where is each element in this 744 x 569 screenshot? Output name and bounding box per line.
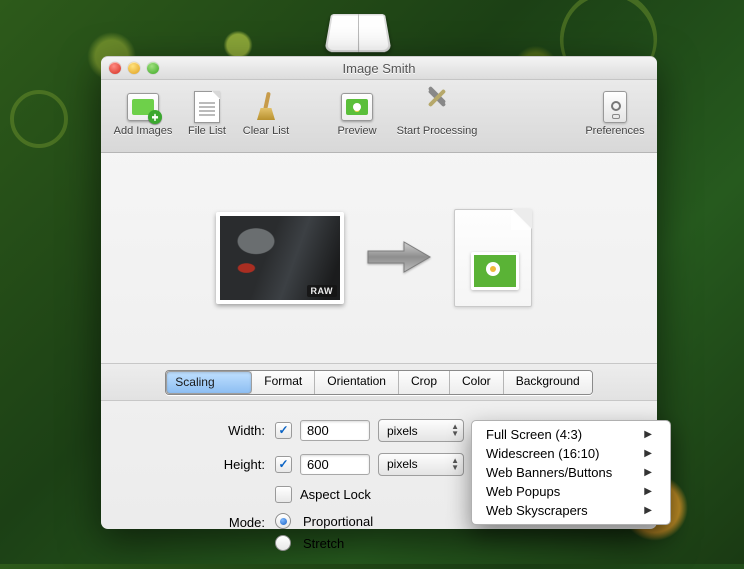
preview-icon (341, 93, 373, 121)
output-image-icon (471, 252, 519, 290)
height-label: Height: (125, 457, 275, 472)
tab-color[interactable]: Color (450, 371, 504, 394)
presets-menu-item[interactable]: Widescreen (16:10) ▶ (472, 444, 670, 463)
width-unit-select[interactable]: pixels ▲▼ (378, 419, 464, 442)
mode-stretch-radio[interactable] (275, 535, 291, 551)
width-label: Width: (125, 423, 275, 438)
raw-badge: RAW (307, 285, 338, 297)
tab-background[interactable]: Background (504, 371, 592, 394)
aspect-lock-checkbox[interactable] (275, 486, 292, 503)
file-list-label: File List (188, 125, 226, 137)
titlebar[interactable]: Image Smith (101, 57, 657, 80)
menu-item-label: Widescreen (16:10) (486, 446, 599, 461)
width-enable-checkbox[interactable] (275, 422, 292, 439)
tab-crop[interactable]: Crop (399, 371, 450, 394)
add-images-label: Add Images (114, 125, 173, 137)
window-controls (109, 62, 159, 74)
desktop-swirl-decor (10, 90, 68, 148)
start-processing-icon (422, 92, 452, 122)
height-unit-value: pixels (387, 457, 418, 471)
file-list-button[interactable]: File List (179, 91, 235, 137)
menu-item-label: Web Banners/Buttons (486, 465, 612, 480)
file-list-icon (194, 91, 220, 123)
width-unit-value: pixels (387, 424, 418, 438)
preview-label: Preview (337, 125, 376, 137)
preferences-icon (603, 91, 627, 123)
submenu-arrow-icon: ▶ (644, 486, 652, 497)
add-images-icon (127, 93, 159, 121)
presets-menu-item[interactable]: Web Popups ▶ (472, 482, 670, 501)
start-processing-label: Start Processing (397, 125, 478, 137)
presets-menu-item[interactable]: Full Screen (4:3) ▶ (472, 425, 670, 444)
preview-button[interactable]: Preview (327, 91, 387, 137)
height-unit-select[interactable]: pixels ▲▼ (378, 453, 464, 476)
height-enable-checkbox[interactable] (275, 456, 292, 473)
submenu-arrow-icon: ▶ (644, 467, 652, 478)
mode-stretch-label: Stretch (303, 536, 344, 551)
width-field[interactable] (300, 420, 370, 441)
submenu-arrow-icon: ▶ (644, 429, 652, 440)
submenu-arrow-icon: ▶ (644, 505, 652, 516)
stepper-icon: ▲▼ (451, 457, 459, 471)
mode-proportional-radio[interactable] (275, 513, 291, 529)
menu-item-label: Web Skyscrapers (486, 503, 588, 518)
tab-orientation[interactable]: Orientation (315, 371, 399, 394)
presets-menu-item[interactable]: Web Banners/Buttons ▶ (472, 463, 670, 482)
zoom-button[interactable] (147, 62, 159, 74)
stepper-icon: ▲▼ (451, 423, 459, 437)
preferences-label: Preferences (585, 125, 644, 137)
menu-item-label: Full Screen (4:3) (486, 427, 582, 442)
preferences-button[interactable]: Preferences (579, 91, 651, 137)
menu-item-label: Web Popups (486, 484, 560, 499)
clear-list-button[interactable]: Clear List (235, 91, 297, 137)
presets-menu-item[interactable]: Web Skyscrapers ▶ (472, 501, 670, 520)
tab-segmented-control: Scaling Format Orientation Crop Color Ba… (165, 370, 592, 395)
window-title: Image Smith (101, 61, 657, 76)
tab-scaling[interactable]: Scaling (166, 371, 252, 394)
arrow-icon (366, 239, 432, 278)
minimize-button[interactable] (128, 62, 140, 74)
mode-proportional-label: Proportional (303, 514, 373, 529)
app-window: Image Smith Add Images File List Clear L… (101, 56, 657, 529)
tab-bar: Scaling Format Orientation Crop Color Ba… (101, 363, 657, 401)
clear-list-icon (251, 92, 281, 122)
aspect-lock-label: Aspect Lock (300, 487, 371, 502)
presets-menu: Full Screen (4:3) ▶ Widescreen (16:10) ▶… (471, 420, 671, 525)
height-field[interactable] (300, 454, 370, 475)
output-file-icon[interactable] (454, 209, 532, 307)
source-image-thumbnail[interactable]: RAW (216, 212, 344, 304)
clear-list-label: Clear List (243, 125, 289, 137)
toolbar: Add Images File List Clear List Preview … (101, 80, 657, 153)
close-button[interactable] (109, 62, 121, 74)
mode-label: Mode: (125, 513, 275, 530)
start-processing-button[interactable]: Start Processing (387, 91, 487, 137)
submenu-arrow-icon: ▶ (644, 448, 652, 459)
tab-format[interactable]: Format (252, 371, 315, 394)
desktop-book-decor (324, 14, 391, 52)
add-images-button[interactable]: Add Images (107, 91, 179, 137)
preview-area: RAW (101, 153, 657, 363)
